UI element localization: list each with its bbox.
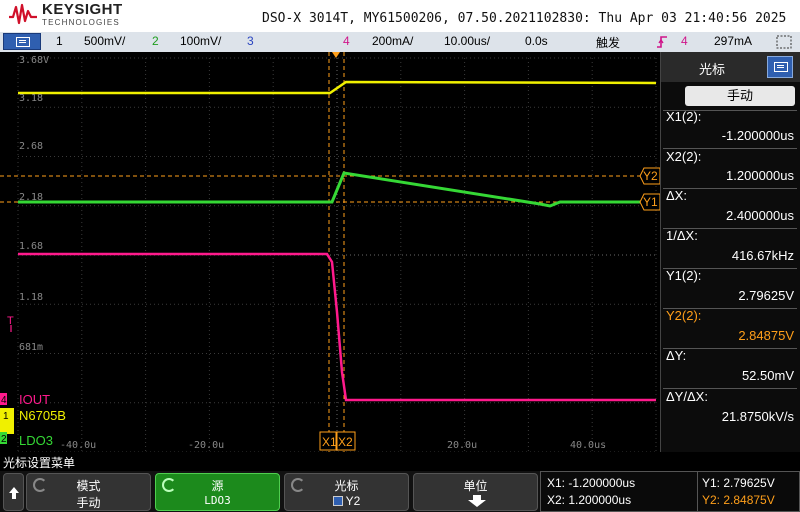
delay[interactable]: 0.0s	[525, 34, 548, 48]
dx-label: ΔX:	[666, 188, 687, 203]
ch1-label: N6705B	[19, 408, 66, 423]
trigger-label[interactable]: 触发	[596, 34, 620, 51]
ch2-number[interactable]: 2	[152, 34, 159, 48]
x1-value: -1.200000us	[721, 128, 794, 143]
ch4-scale[interactable]: 200mA/	[372, 34, 413, 48]
x1-label: X1(2):	[666, 109, 702, 124]
dydx-label: ΔY/ΔX:	[666, 389, 708, 404]
ch3-number[interactable]: 3	[247, 34, 254, 48]
cursor-y2-tag[interactable]: Y2	[643, 169, 658, 183]
cursor-mode-button[interactable]: 手动	[685, 86, 795, 106]
svg-text:2: 2	[1, 434, 7, 445]
ch4-number[interactable]: 4	[343, 34, 350, 48]
source-softkey[interactable]: 源 LDO3	[155, 473, 280, 511]
inv-dx-label: 1/ΔX:	[666, 228, 698, 243]
y-tick-label: 1.68	[19, 241, 43, 252]
cursor-panel-title: 光标	[699, 62, 726, 77]
y-tick-label: 3.68V	[19, 55, 49, 66]
ch2-trace	[18, 171, 640, 208]
brand-subtitle: TECHNOLOGIES	[42, 18, 120, 27]
cursor-panel-header: 光标	[661, 52, 800, 82]
ch2-label: LDO3	[19, 433, 53, 448]
waveform-display[interactable]: 3.68V 3.18 2.68 2.18 1.68 1.18 681m -40.…	[0, 52, 660, 452]
y-tick-label: 2.18	[19, 192, 43, 203]
timebase[interactable]: 10.00us/	[444, 34, 490, 48]
main-menu-button[interactable]	[3, 33, 41, 50]
model-info: DSO-X 3014T, MY61500206, 07.50.202110283…	[262, 11, 787, 26]
trigger-position-marker	[332, 52, 340, 58]
dydx-value: 21.8750kV/s	[721, 409, 794, 424]
y2-value: 2.84875V	[738, 328, 794, 343]
y1-value: 2.79625V	[738, 288, 794, 303]
dy-value: 52.50mV	[741, 368, 794, 383]
cursor-panel: 光标 手动 X1(2): -1.200000us X2(2): 1.200000…	[660, 52, 800, 452]
ch1-scale[interactable]: 500mV/	[84, 34, 125, 48]
y-tick-label: 681m	[19, 342, 43, 353]
x-tick-label: 40.0us	[570, 440, 606, 451]
cursor-softkey[interactable]: 光标 Y2	[284, 473, 409, 511]
cursor-readout: X1: -1.200000us X2: 1.200000us Y1: 2.796…	[540, 471, 800, 512]
submenu-arrow-icon	[468, 495, 486, 507]
title-bar: KEYSIGHT TECHNOLOGIES DSO-X 3014T, MY615…	[0, 0, 800, 32]
back-up-button[interactable]	[3, 473, 24, 511]
cursor-y1-tag[interactable]: Y1	[643, 195, 658, 209]
softkey-menu-title: 光标设置菜单	[3, 456, 76, 470]
ch1-number[interactable]: 1	[56, 34, 63, 48]
brand-name: KEYSIGHT	[42, 1, 123, 18]
trigger-edge-icon	[657, 36, 667, 48]
x2-value: 1.200000us	[726, 168, 794, 183]
cursor-x2-tag[interactable]: X2	[338, 435, 353, 449]
y-tick-label: 1.18	[19, 292, 43, 303]
cursor-select-icon	[332, 496, 343, 506]
svg-text:4: 4	[1, 395, 7, 406]
svg-text:1: 1	[3, 411, 9, 422]
y-tick-label: 3.18	[19, 93, 43, 104]
arrow-up-icon	[9, 487, 19, 499]
dx-value: 2.400000us	[726, 208, 794, 223]
x-tick-label: -20.0u	[188, 440, 224, 451]
inv-dx-value: 416.67kHz	[731, 248, 794, 263]
x-tick-label: -40.0u	[60, 440, 96, 451]
ch1-trace	[18, 80, 657, 95]
y1-label: Y1(2):	[666, 268, 702, 283]
mode-softkey[interactable]: 模式 手动	[26, 473, 151, 511]
y2-label: Y2(2):	[666, 308, 702, 323]
readout-y2: Y2: 2.84875V	[702, 493, 775, 507]
readout-x1: X1: -1.200000us	[547, 476, 636, 490]
readout-y1: Y1: 2.79625V	[702, 476, 775, 490]
y-tick-label: 2.68	[19, 141, 43, 152]
menu-icon	[16, 37, 30, 47]
cursor-mode-icon[interactable]	[776, 35, 792, 49]
trigger-level[interactable]: 297mA	[714, 34, 752, 48]
ch2-scale[interactable]: 100mV/	[180, 34, 221, 48]
dy-label: ΔY:	[666, 348, 687, 363]
keysight-logo-icon	[9, 3, 37, 25]
x2-label: X2(2):	[666, 149, 702, 164]
readout-x2: X2: 1.200000us	[547, 493, 632, 507]
cursor-x1-tag[interactable]: X1	[322, 435, 337, 449]
channel-bar: 1 500mV/ 2 100mV/ 3 4 200mA/ 10.00us/ 0.…	[0, 32, 800, 52]
units-softkey[interactable]: 单位	[413, 473, 538, 511]
x-tick-label: 20.0u	[447, 440, 477, 451]
ch4-label: IOUT	[19, 392, 50, 407]
panel-menu-icon[interactable]	[767, 56, 793, 78]
trigger-channel[interactable]: 4	[681, 34, 688, 48]
